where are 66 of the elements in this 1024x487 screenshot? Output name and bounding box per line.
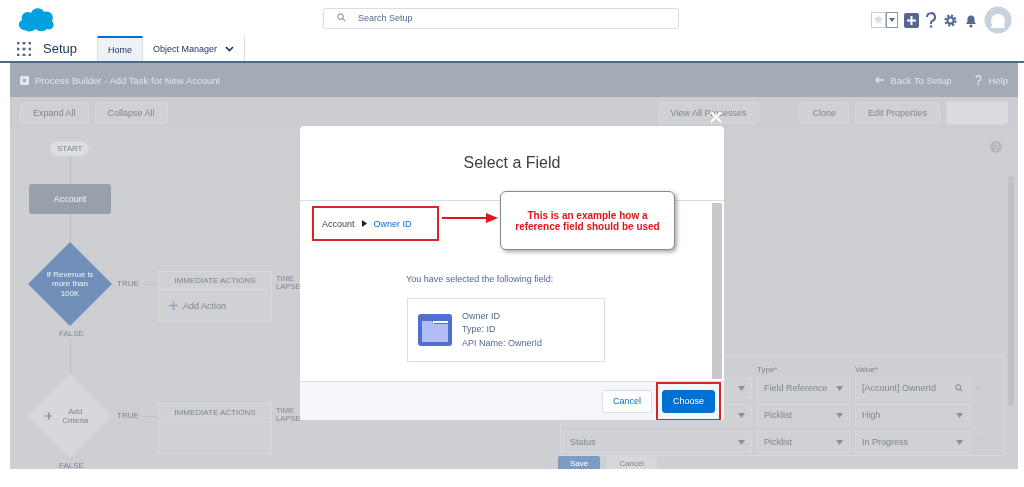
object-node[interactable]: Account — [29, 184, 111, 214]
false-label: FALSE — [59, 329, 84, 338]
modal-title: Select a Field — [463, 154, 561, 172]
value-field[interactable]: [Account].OwnerId — [855, 377, 970, 399]
search-icon — [337, 13, 346, 22]
toolbar-button[interactable]: Collapse All — [94, 102, 168, 124]
type-select[interactable]: Picklist — [757, 404, 850, 426]
choose-button[interactable]: Choose — [661, 389, 715, 413]
toolbar-button[interactable]: Expand All — [20, 102, 89, 124]
true-label: TRUE — [117, 279, 139, 288]
nav-tab[interactable]: Home — [97, 36, 143, 61]
scrollbar[interactable] — [712, 203, 722, 379]
nav-tab[interactable]: Object Manager — [143, 36, 246, 61]
process-icon — [20, 75, 29, 85]
cancel-button[interactable]: Cancel — [606, 456, 658, 469]
app-launcher-icon[interactable] — [17, 41, 31, 56]
breadcrumb-arrow-icon — [361, 220, 367, 227]
add-action-link[interactable]: Add Action — [183, 300, 227, 311]
search-icon — [955, 384, 963, 392]
field-select[interactable]: Status — [563, 431, 752, 453]
caret-icon — [738, 439, 745, 445]
help-icon[interactable] — [925, 12, 937, 28]
avatar-icon[interactable] — [984, 6, 1012, 34]
toolbar-button[interactable]: Clone — [799, 102, 849, 124]
criteria-node[interactable]: Add Criteria — [28, 374, 112, 458]
true-label: TRUE — [117, 411, 139, 420]
type-select[interactable]: Field Reference — [757, 377, 850, 399]
toolbar-button[interactable]: Edit Properties — [854, 102, 940, 124]
actions-header: IMMEDIATE ACTIONS — [159, 404, 271, 422]
caret-icon — [836, 439, 843, 445]
app-name: Setup — [43, 41, 77, 56]
back-arrow-icon — [874, 76, 885, 84]
cancel-button[interactable]: Cancel — [601, 389, 652, 413]
back-link[interactable]: Back To Setup — [890, 74, 952, 86]
settings-icon[interactable] — [943, 12, 958, 28]
type-select[interactable]: Picklist — [757, 431, 850, 453]
search-field[interactable]: Search Setup — [323, 7, 679, 29]
save-button[interactable]: Save — [558, 456, 601, 469]
caret-icon — [738, 412, 745, 418]
toolbar-button[interactable]: View All Processes — [657, 102, 760, 124]
false-label: FALSE — [59, 461, 84, 469]
start-node: START — [50, 141, 90, 156]
caret-icon — [836, 385, 843, 391]
column-header: Type* — [757, 365, 779, 376]
selection-prompt: You have selected the following field: — [406, 274, 555, 284]
caret-icon — [956, 439, 963, 445]
value-field[interactable]: In Progress — [855, 431, 970, 453]
actions-header: IMMEDIATE ACTIONS — [159, 272, 271, 290]
help-icon — [975, 75, 983, 85]
caret-icon — [738, 385, 745, 391]
breadcrumb-item: Account — [322, 218, 355, 229]
add-icon[interactable] — [904, 12, 919, 28]
plus-icon — [45, 412, 53, 420]
value-field[interactable]: High — [855, 404, 970, 426]
folder-icon — [418, 314, 452, 346]
annotation-arrow — [442, 213, 498, 223]
favorites-icon[interactable] — [871, 12, 898, 28]
caret-icon — [956, 412, 963, 418]
caret-icon — [836, 412, 843, 418]
column-header: Value* — [855, 365, 878, 376]
field-details: Owner ID Type: ID API Name: OwnerId — [462, 309, 543, 350]
breadcrumb-item[interactable]: Owner ID — [373, 218, 412, 229]
annotation-callout: This is an example how a reference field should be used — [500, 191, 675, 250]
plus-icon — [169, 301, 178, 310]
chevron-down-icon — [225, 45, 235, 52]
criteria-node[interactable]: If Revenue is more than 100K — [28, 242, 112, 326]
